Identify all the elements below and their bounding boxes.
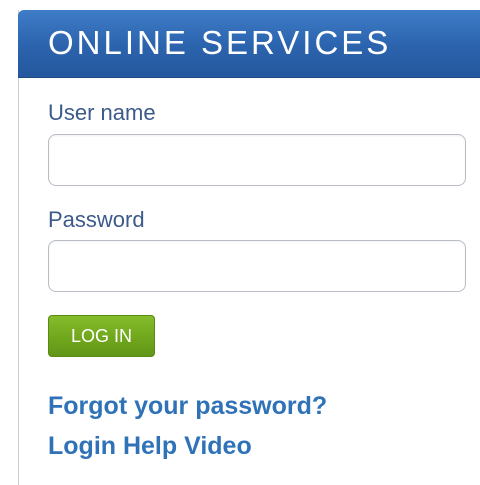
password-input[interactable] (48, 240, 466, 292)
username-input[interactable] (48, 134, 466, 186)
panel-header: ONLINE SERVICES (18, 10, 480, 78)
forgot-password-link[interactable]: Forgot your password? (48, 391, 327, 421)
page-title: ONLINE SERVICES (48, 24, 392, 61)
login-help-video-link[interactable]: Login Help Video (48, 431, 252, 461)
password-label: Password (48, 207, 145, 232)
login-button[interactable]: LOG IN (48, 315, 155, 357)
username-label: User name (48, 100, 156, 125)
